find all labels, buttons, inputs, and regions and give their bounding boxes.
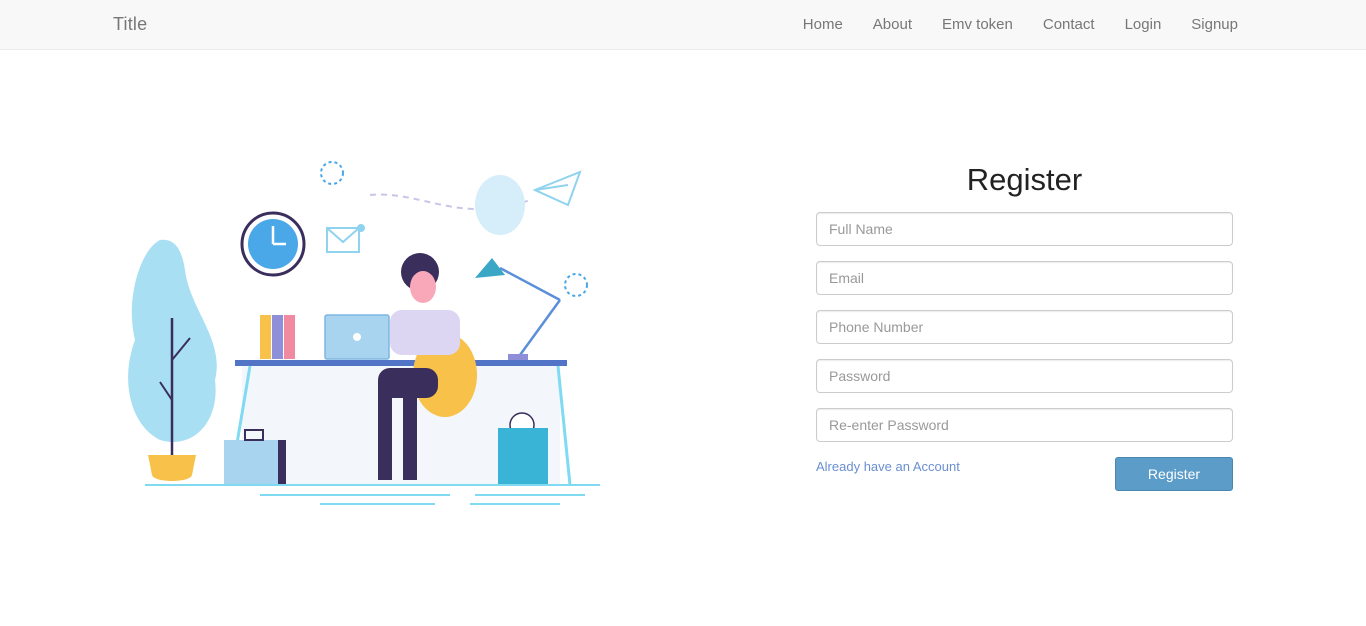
login-link[interactable]: Already have an Account [816,459,960,474]
repassword-input[interactable] [816,408,1233,442]
email-input[interactable] [816,261,1233,295]
nav-link-contact[interactable]: Contact [1043,16,1095,33]
nav-link-emv-token[interactable]: Emv token [942,16,1013,33]
nav-link-signup[interactable]: Signup [1191,16,1238,33]
form-footer: Already have an Account Register [816,457,1233,497]
phone-input[interactable] [816,310,1233,344]
nav-links: Home About Emv token Contact Login Signu… [773,16,1238,33]
password-input[interactable] [816,359,1233,393]
full-name-input[interactable] [816,212,1233,246]
workspace-illustration [128,161,600,505]
nav-link-home[interactable]: Home [803,16,843,33]
register-button[interactable]: Register [1115,457,1233,491]
form-title: Register [966,162,1083,197]
navbar: Title Home About Emv token Contact Login… [0,0,1366,50]
nav-link-login[interactable]: Login [1125,16,1162,33]
register-form: Register Already have an Account Registe… [816,160,1233,497]
navbar-brand[interactable]: Title [113,14,147,35]
nav-link-about[interactable]: About [873,16,912,33]
